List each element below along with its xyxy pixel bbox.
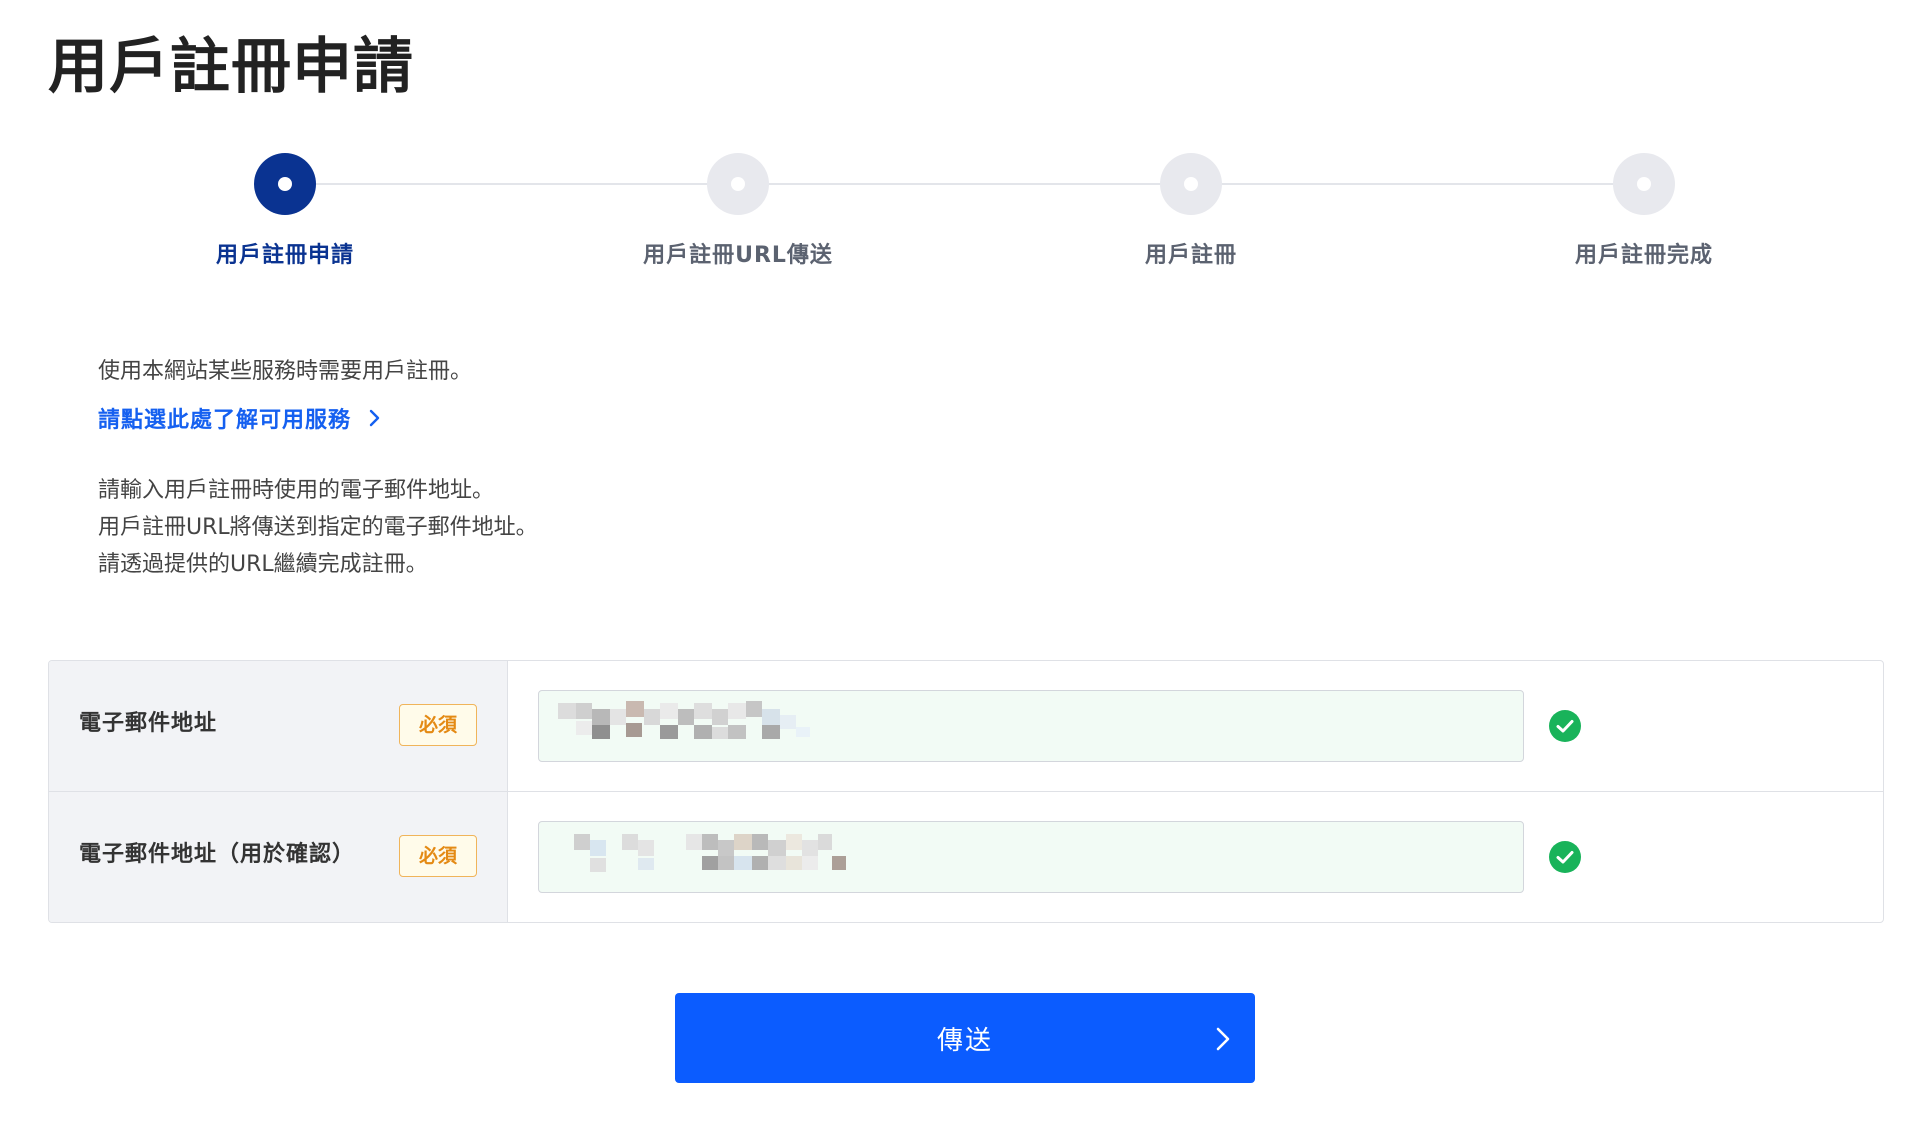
step-3: 用戶註冊 (1051, 150, 1331, 269)
intro-section: 使用本網站某些服務時需要用戶註冊。 請點選此處了解可用服務 (98, 354, 472, 434)
email-field[interactable] (538, 690, 1524, 762)
step-label: 用戶註冊完成 (1574, 243, 1713, 268)
stepper-connector-line (285, 183, 1645, 185)
field-input-cell (508, 792, 1883, 922)
form-row-email-confirm: 電子郵件地址（用於確認） 必須 (49, 791, 1883, 922)
required-badge: 必須 (399, 835, 477, 877)
services-link-label: 請點選此處了解可用服務 (98, 408, 352, 433)
chevron-right-icon (1216, 1027, 1230, 1051)
step-2: 用戶註冊URL傳送 (598, 150, 878, 269)
email-confirm-field-label: 電子郵件地址（用於確認） (79, 842, 356, 867)
step-label: 用戶註冊URL傳送 (643, 243, 833, 268)
step-dot-icon (254, 153, 316, 215)
registration-page: 用戶註冊申請 用戶註冊申請 用戶註冊URL傳送 用戶註冊 用戶註冊完成 使用本網… (0, 0, 1920, 1122)
intro-text: 使用本網站某些服務時需要用戶註冊。 (98, 359, 473, 384)
instructions: 請輸入用戶註冊時使用的電子郵件地址。 用戶註冊URL將傳送到指定的電子郵件地址。… (98, 472, 538, 583)
step-1: 用戶註冊申請 (145, 150, 425, 269)
step-label: 用戶註冊申請 (215, 243, 354, 268)
check-circle-icon (1549, 841, 1581, 873)
step-dot-icon (707, 153, 769, 215)
progress-stepper: 用戶註冊申請 用戶註冊URL傳送 用戶註冊 用戶註冊完成 (0, 150, 1920, 280)
step-label: 用戶註冊 (1144, 243, 1237, 268)
step-dot-icon (1613, 153, 1675, 215)
instruction-line: 請輸入用戶註冊時使用的電子郵件地址。 (98, 478, 495, 503)
instruction-line: 用戶註冊URL將傳送到指定的電子郵件地址。 (98, 515, 538, 540)
form-row-email: 電子郵件地址 必須 (49, 661, 1883, 791)
step-dot-icon (1160, 153, 1222, 215)
email-field-label: 電子郵件地址 (79, 711, 218, 736)
step-4: 用戶註冊完成 (1504, 150, 1784, 269)
send-button[interactable]: 傳送 (675, 993, 1255, 1083)
field-input-cell (508, 661, 1883, 791)
field-label-cell: 電子郵件地址（用於確認） 必須 (49, 792, 508, 922)
page-title: 用戶註冊申請 (48, 32, 414, 102)
send-button-label: 傳送 (936, 1025, 993, 1056)
email-form: 電子郵件地址 必須 電子郵件地址（用於確認） 必須 (48, 660, 1884, 923)
required-badge: 必須 (399, 704, 477, 746)
email-confirm-field[interactable] (538, 821, 1524, 893)
chevron-right-icon (369, 409, 380, 427)
instruction-line: 請透過提供的URL繼續完成註冊。 (98, 552, 428, 577)
available-services-link[interactable]: 請點選此處了解可用服務 (98, 402, 381, 434)
check-circle-icon (1549, 710, 1581, 742)
field-label-cell: 電子郵件地址 必須 (49, 661, 508, 791)
